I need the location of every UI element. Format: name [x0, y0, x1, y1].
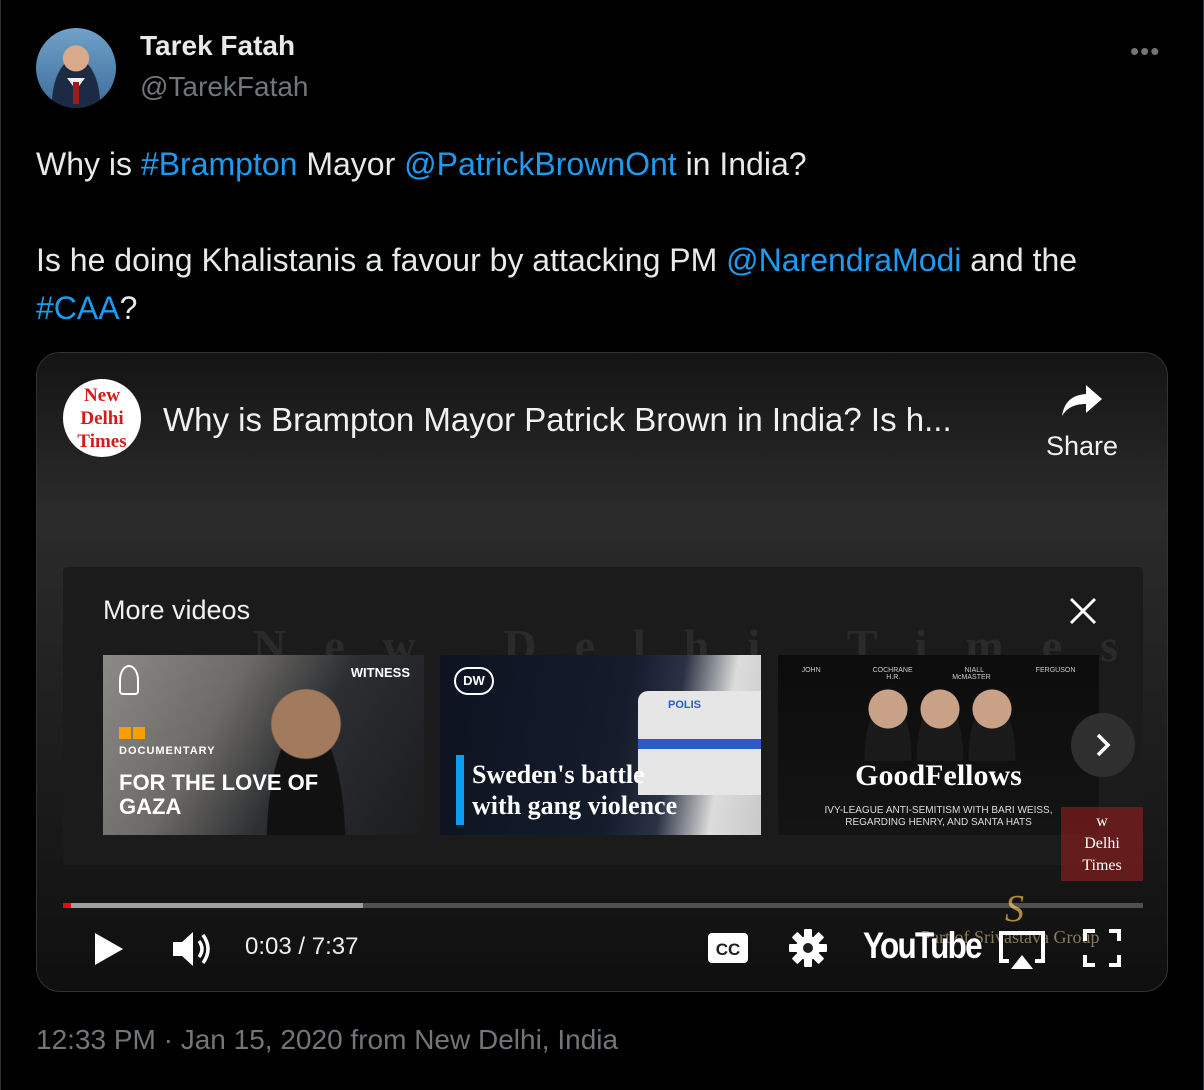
tweet-paragraph-1: Why is #Brampton Mayor @PatrickBrownOnt …	[36, 140, 1176, 188]
fullscreen-icon[interactable]	[1083, 929, 1121, 967]
badge-text: Delhi	[1084, 835, 1120, 852]
svg-text:CC: CC	[716, 940, 741, 959]
dw-logo-icon: DW	[454, 667, 494, 695]
video-thumbnail-2[interactable]: POLIS DW Sweden's battle with gang viole…	[440, 655, 761, 835]
person-portrait	[858, 681, 918, 761]
more-videos-title: More videos	[103, 595, 251, 625]
close-icon[interactable]	[1067, 595, 1099, 627]
embedded-video-player[interactable]: New Delhi Times Why is Brampton Mayor Pa…	[36, 352, 1168, 992]
text-span: Why is	[36, 146, 141, 182]
more-options-icon[interactable]: •••	[1130, 36, 1160, 67]
badge-text: Times	[1082, 857, 1122, 874]
text-span: Mayor	[297, 146, 405, 182]
logo-text: Delhi	[80, 407, 124, 429]
channel-watermark-badge: w Delhi Times	[1061, 807, 1143, 881]
thumb-title-line: Sweden's battle	[472, 760, 645, 789]
more-videos-panel: New Delhi Times More videos WITNESS DOCU…	[63, 567, 1143, 865]
person-portrait	[910, 681, 970, 761]
avatar[interactable]	[36, 28, 116, 108]
display-name[interactable]: Tarek Fatah	[140, 30, 295, 62]
text-span: Is he doing Khalistanis a favour by atta…	[36, 242, 727, 278]
car-text: POLIS	[668, 699, 702, 711]
logo-text: New	[84, 384, 120, 406]
volume-icon[interactable]	[171, 927, 215, 971]
aljazeera-logo-icon	[119, 665, 139, 695]
video-thumbnail-1[interactable]: WITNESS DOCUMENTARY FOR THE LOVE OF GAZA	[103, 655, 424, 835]
share-icon	[1062, 385, 1102, 416]
mention-narendra-modi[interactable]: @NarendraModi	[726, 242, 961, 278]
text-span: ?	[119, 290, 138, 326]
thumb-title: GoodFellows	[855, 759, 1022, 792]
tweet-text: Why is #Brampton Mayor @PatrickBrownOnt …	[36, 140, 1176, 380]
tweet-paragraph-2: Is he doing Khalistanis a favour by atta…	[36, 236, 1176, 332]
thumb-title: Sweden's battle with gang violence	[472, 759, 677, 821]
airplay-icon[interactable]	[997, 929, 1047, 971]
thumb-title: FOR THE LOVE OF GAZA	[119, 770, 319, 819]
left-border	[0, 0, 1, 1090]
next-videos-button[interactable]	[1071, 713, 1135, 777]
progress-buffered	[63, 903, 364, 908]
thumb-subtitle-line: IVY-LEAGUE ANTI-SEMITISM WITH BARI WEISS…	[824, 805, 1053, 816]
user-handle[interactable]: @TarekFatah	[140, 71, 309, 103]
settings-gear-icon[interactable]	[787, 927, 829, 969]
thumb-title-line: with gang violence	[472, 791, 678, 820]
thumb-subtitle: IVY-LEAGUE ANTI-SEMITISM WITH BARI WEISS…	[778, 805, 1099, 829]
seal-mark: S	[1005, 888, 1024, 930]
share-label: Share	[1045, 431, 1119, 461]
text-span: in India?	[676, 146, 807, 182]
time-display: 0:03 / 7:37	[245, 933, 359, 960]
video-title[interactable]: Why is Brampton Mayor Patrick Brown in I…	[163, 401, 952, 439]
progress-bar[interactable]	[63, 903, 1143, 908]
logo-text: Times	[77, 430, 127, 452]
youtube-logo[interactable]: YouTube	[863, 925, 983, 967]
text-span: and the	[961, 242, 1078, 278]
progress-played	[63, 903, 71, 908]
person-portrait	[962, 681, 1022, 761]
hashtag-caa[interactable]: #CAA	[36, 290, 120, 326]
badge-text: w	[1096, 813, 1108, 830]
thumb-subtitle-line: REGARDING HENRY, AND SANTA HATS	[845, 817, 1032, 828]
hashtag-brampton[interactable]: #Brampton	[141, 146, 298, 182]
video-thumbnail-3[interactable]: JOHN COCHRANE NIALL FERGUSON H.R. McMAST…	[778, 655, 1099, 835]
thumb-names: JOHN COCHRANE NIALL FERGUSON H.R. McMAST…	[801, 667, 1076, 681]
thumb-squares	[119, 727, 131, 739]
mention-patrick-brown[interactable]: @PatrickBrownOnt	[404, 146, 677, 182]
play-icon[interactable]	[93, 931, 125, 967]
channel-logo[interactable]: New Delhi Times	[63, 379, 141, 457]
thumb-badge: DOCUMENTARY	[119, 745, 216, 757]
chevron-right-icon	[1096, 733, 1111, 757]
share-button[interactable]: Share	[1027, 383, 1137, 462]
title-accent-bar	[456, 755, 464, 825]
tweet-timestamp[interactable]: 12:33 PM · Jan 15, 2020 from New Delhi, …	[36, 1024, 618, 1056]
captions-icon[interactable]: CC	[707, 931, 749, 965]
